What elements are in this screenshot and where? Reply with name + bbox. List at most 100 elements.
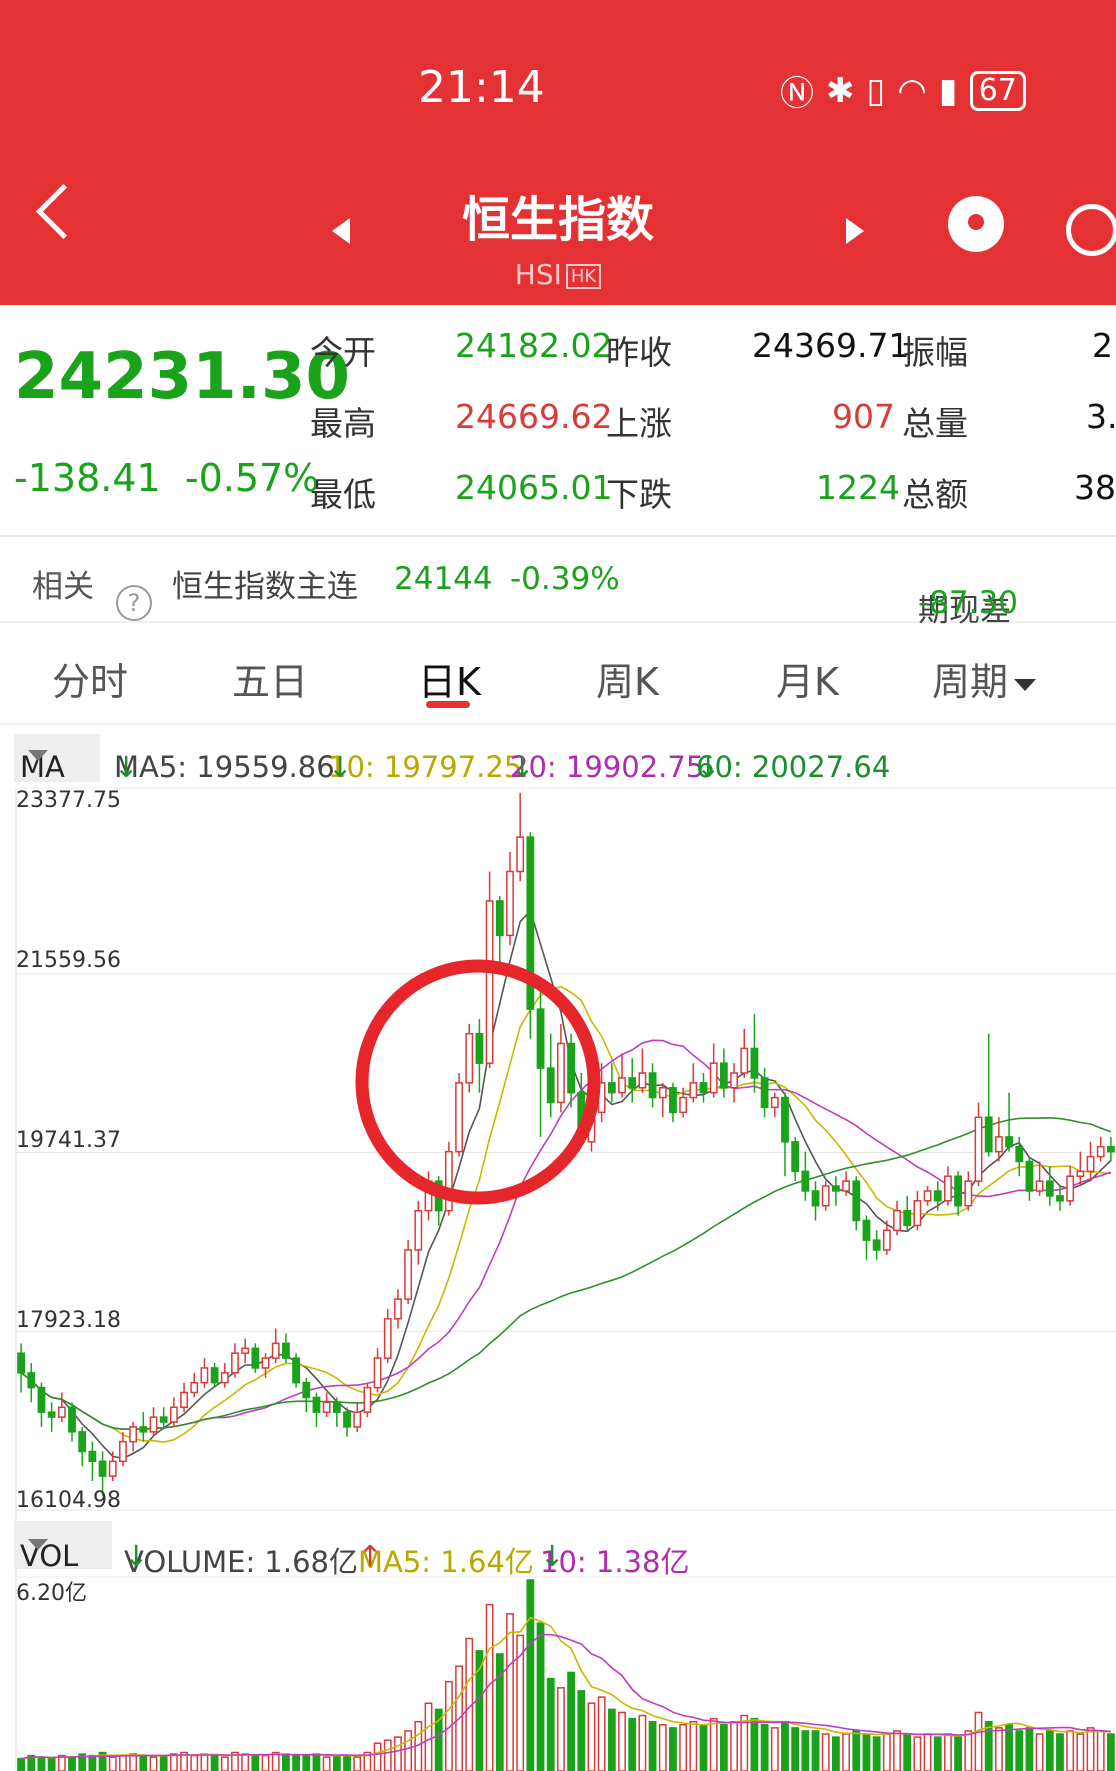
- candle-body: [811, 1190, 820, 1207]
- candle-body: [149, 1416, 158, 1433]
- volume-bar: [68, 1756, 76, 1771]
- volume-bar: [302, 1754, 311, 1771]
- volume-bar: [1005, 1724, 1013, 1771]
- candle-body: [699, 1082, 708, 1094]
- candle-body: [1045, 1180, 1054, 1197]
- volume-bar: [495, 1653, 504, 1771]
- y-axis-label-3: 19741.37: [16, 1128, 121, 1153]
- volume-bar: [730, 1720, 738, 1771]
- candle-body: [37, 1386, 46, 1413]
- volume-bar: [658, 1724, 667, 1771]
- candle-body: [363, 1386, 372, 1413]
- volume-bar: [1066, 1730, 1075, 1771]
- candlestick-chart[interactable]: [0, 0, 1116, 1771]
- volume-bar: [577, 1690, 586, 1771]
- volume-bar: [801, 1730, 810, 1771]
- volume-bar: [210, 1754, 219, 1771]
- volume-bar: [424, 1702, 433, 1771]
- volume-bar: [373, 1742, 382, 1771]
- volume-bar: [913, 1736, 922, 1771]
- volume-bar: [47, 1757, 56, 1771]
- volume-bar: [251, 1754, 260, 1771]
- candle-body: [933, 1190, 942, 1202]
- volume-bar: [332, 1754, 341, 1771]
- candle-body: [750, 1047, 759, 1079]
- candle-body: [669, 1086, 677, 1114]
- volume-bar: [923, 1733, 932, 1771]
- candle-body: [78, 1431, 87, 1453]
- candle-body: [1107, 1145, 1115, 1153]
- chevron-down-icon: [28, 1539, 48, 1550]
- candle-body: [383, 1318, 392, 1359]
- volume-bar: [506, 1613, 514, 1771]
- candle-body: [546, 1067, 555, 1104]
- candle-body: [292, 1357, 300, 1384]
- candle-body: [801, 1170, 810, 1192]
- volume-bar: [536, 1622, 545, 1771]
- volume-bar: [526, 1579, 535, 1771]
- volume-bar: [699, 1724, 708, 1771]
- candle-body: [302, 1381, 311, 1399]
- candle-body: [485, 900, 494, 1064]
- volume-bar: [781, 1720, 789, 1771]
- candle-body: [679, 1096, 688, 1114]
- candle-body: [740, 1047, 749, 1074]
- volume-bar: [1086, 1727, 1095, 1771]
- volume-bar: [557, 1687, 565, 1771]
- volume-bar: [882, 1733, 891, 1771]
- candle-body: [658, 1086, 667, 1099]
- candle-body: [343, 1411, 351, 1428]
- candle-body: [271, 1342, 280, 1359]
- candle-body: [353, 1411, 362, 1428]
- volume-bar: [159, 1754, 168, 1771]
- volume-bar: [597, 1696, 606, 1771]
- volume-bar: [984, 1720, 993, 1771]
- volume-bar: [607, 1708, 616, 1771]
- candle-body: [994, 1136, 1003, 1153]
- volume-bar: [282, 1753, 290, 1771]
- candle-body: [862, 1219, 871, 1241]
- candle-body: [557, 1042, 565, 1104]
- candle-body: [220, 1372, 229, 1384]
- volume-bar: [353, 1756, 362, 1771]
- volume-bar: [108, 1756, 117, 1771]
- candle-body: [791, 1141, 800, 1173]
- volume-bar: [648, 1720, 657, 1771]
- candle-body: [159, 1416, 168, 1423]
- candle-body: [984, 1116, 993, 1153]
- volume-bar: [1025, 1727, 1034, 1771]
- y-axis-label-top: 23377.75: [16, 788, 121, 813]
- volume-bar: [322, 1756, 331, 1771]
- volume-bar: [149, 1756, 158, 1771]
- candle-body: [190, 1381, 199, 1394]
- candle-body: [882, 1229, 891, 1251]
- candle-body: [903, 1209, 912, 1227]
- candle-body: [251, 1347, 260, 1369]
- volume-bar: [1045, 1730, 1054, 1771]
- volume-bar: [770, 1727, 779, 1771]
- volume-bar: [750, 1717, 759, 1771]
- volume-bar: [190, 1754, 199, 1771]
- volume-bar: [261, 1754, 270, 1771]
- candle-body: [475, 1032, 484, 1064]
- candle-body: [770, 1096, 779, 1109]
- y-axis-label-bottom: 16104.98: [16, 1488, 121, 1513]
- candle-body: [180, 1391, 188, 1409]
- volume-bar: [954, 1736, 963, 1771]
- volume-bar: [1096, 1730, 1105, 1771]
- candle-body: [944, 1175, 952, 1202]
- y-axis-label-2: 21559.56: [16, 948, 121, 973]
- candle-body: [913, 1200, 922, 1227]
- candle-body: [730, 1072, 738, 1089]
- candle-body: [1015, 1145, 1024, 1163]
- volume-bar: [220, 1756, 229, 1771]
- volume-bar: [974, 1711, 983, 1771]
- candle-body: [842, 1180, 850, 1192]
- candle-body: [964, 1180, 973, 1207]
- volume-bar: [740, 1714, 749, 1771]
- candle-body: [709, 1062, 718, 1094]
- candle-body: [628, 1077, 637, 1089]
- volume-bar: [241, 1753, 250, 1771]
- candle-body: [923, 1190, 932, 1202]
- candle-body: [200, 1367, 209, 1384]
